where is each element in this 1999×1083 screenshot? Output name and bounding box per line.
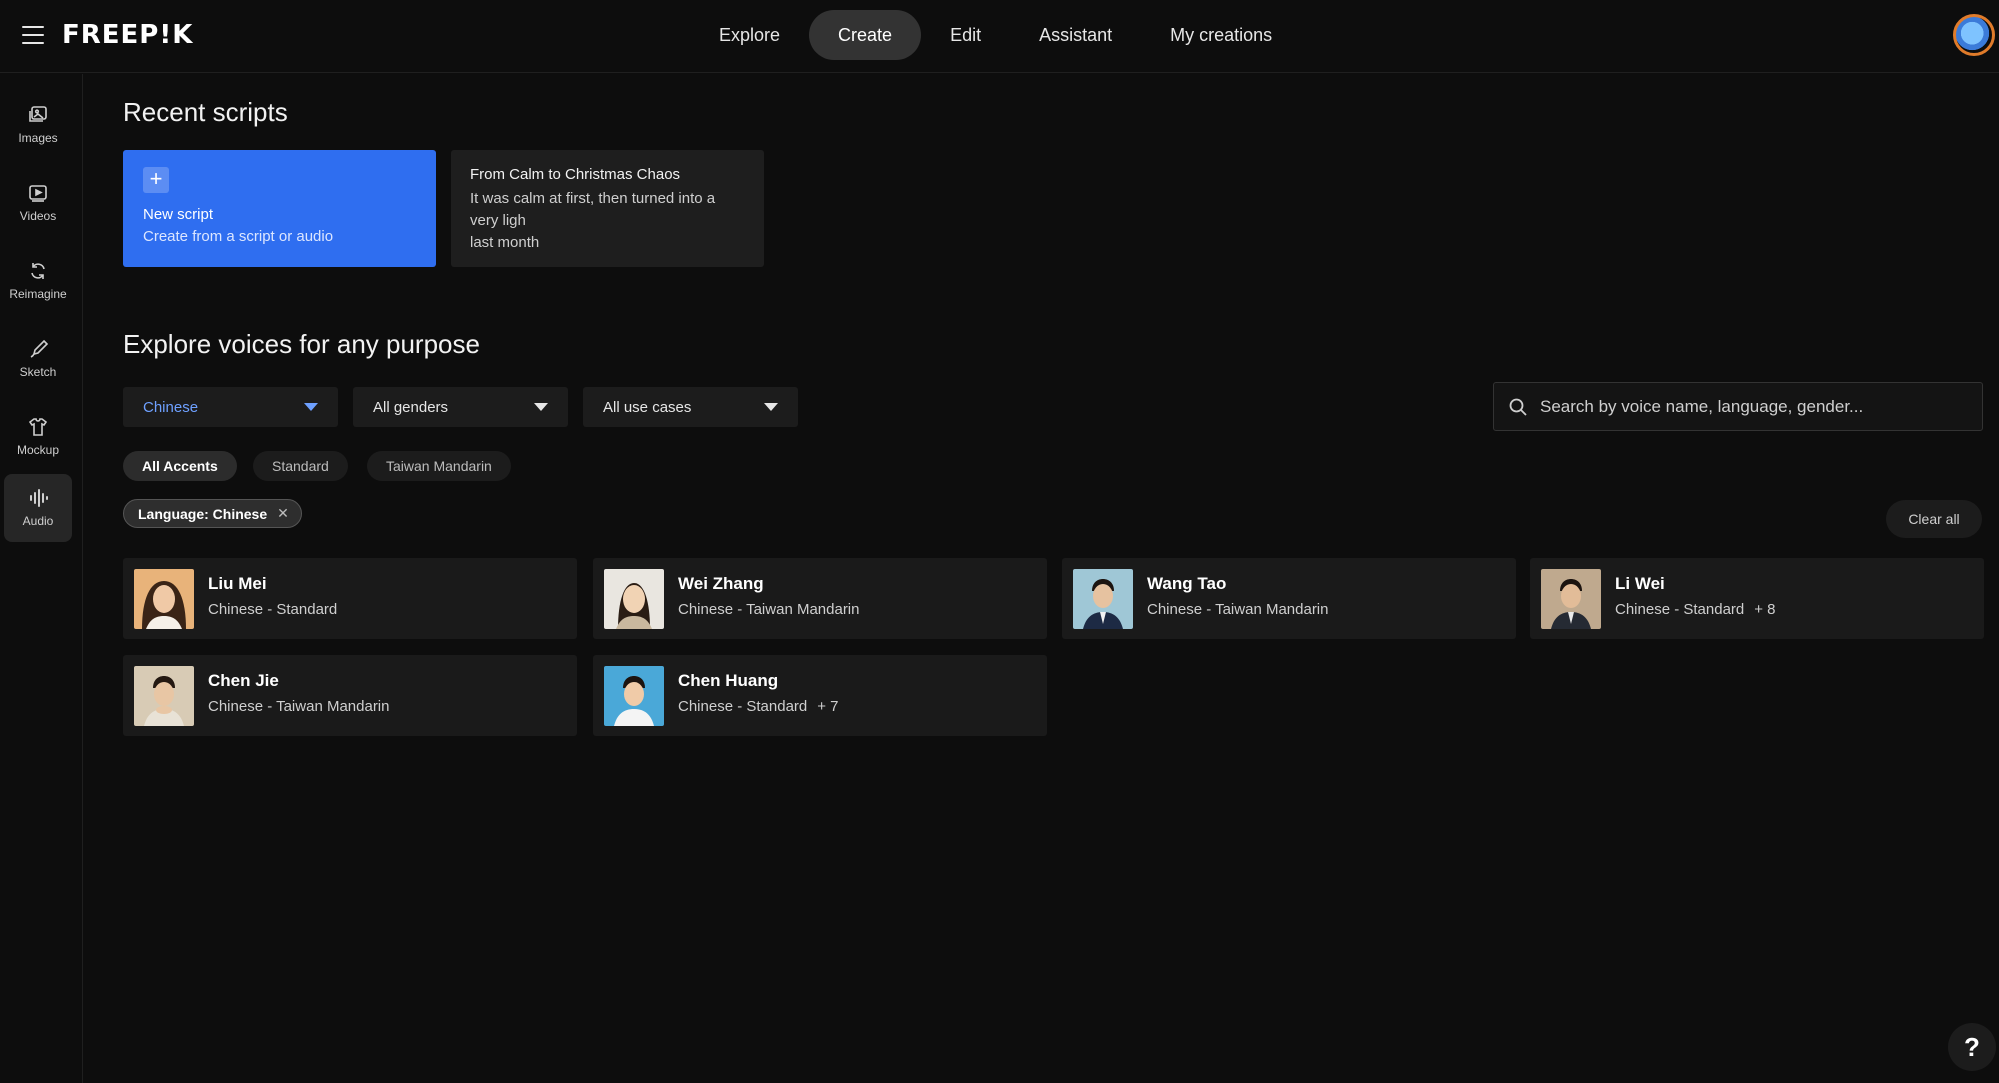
tab-my-creations[interactable]: My creations bbox=[1141, 10, 1301, 60]
audio-icon bbox=[30, 489, 48, 507]
voice-description: Chinese - Taiwan Mandarin bbox=[208, 698, 390, 715]
sidebar-item-label: Mockup bbox=[16, 443, 60, 457]
voice-avatar bbox=[1541, 569, 1601, 629]
voice-search[interactable] bbox=[1493, 382, 1983, 431]
sidebar-item-images[interactable]: Images bbox=[4, 91, 72, 159]
sidebar-item-audio[interactable]: Audio bbox=[4, 474, 72, 542]
voice-name: Chen Jie bbox=[208, 671, 279, 690]
voice-card[interactable]: Chen Jie Chinese - Taiwan Mandarin bbox=[123, 655, 577, 736]
voice-name: Liu Mei bbox=[208, 574, 267, 593]
menu-icon[interactable] bbox=[22, 26, 44, 44]
images-icon bbox=[29, 106, 47, 122]
voice-avatar bbox=[134, 666, 194, 726]
recent-scripts-title: Recent scripts bbox=[123, 97, 288, 127]
explore-voices-title: Explore voices for any purpose bbox=[123, 329, 480, 359]
sidebar-item-reimagine[interactable]: Reimagine bbox=[4, 247, 72, 315]
tab-create[interactable]: Create bbox=[809, 10, 922, 60]
sidebar-item-label: Reimagine bbox=[9, 287, 67, 301]
filter-tag-label: Language: Chinese bbox=[138, 505, 268, 522]
tab-explore[interactable]: Explore bbox=[690, 10, 809, 60]
script-title: From Calm to Christmas Chaos bbox=[470, 166, 681, 183]
voice-name: Wang Tao bbox=[1147, 574, 1227, 593]
language-select-value: Chinese bbox=[143, 398, 199, 416]
voice-description: Chinese - Standard + 8 bbox=[1615, 601, 1776, 618]
clear-all-button[interactable]: Clear all bbox=[1886, 500, 1982, 538]
sidebar-item-label: Audio bbox=[22, 514, 54, 528]
voice-avatar bbox=[134, 569, 194, 629]
use-case-select-value: All use cases bbox=[603, 398, 692, 416]
videos-icon bbox=[29, 185, 47, 202]
sidebar: Images Videos Reimagine Sketch Mockup Au… bbox=[0, 74, 83, 1083]
voice-avatar bbox=[604, 666, 664, 726]
caret-down-icon bbox=[764, 403, 778, 411]
new-script-title: New script bbox=[143, 206, 214, 223]
caret-down-icon bbox=[534, 403, 548, 411]
voice-card[interactable]: Li Wei Chinese - Standard + 8 bbox=[1530, 558, 1984, 639]
reimagine-icon bbox=[31, 263, 45, 279]
voice-avatar bbox=[604, 569, 664, 629]
voice-card[interactable]: Liu Mei Chinese - Standard bbox=[123, 558, 577, 639]
script-preview: It was calm at first, then turned into a… bbox=[470, 190, 716, 229]
more-count-badge: + 8 bbox=[1754, 601, 1776, 618]
sidebar-item-videos[interactable]: Videos bbox=[4, 169, 72, 237]
top-bar: FREEP!K Explore Create Edit Assistant My… bbox=[0, 0, 1999, 73]
tab-assistant[interactable]: Assistant bbox=[1010, 10, 1141, 60]
voice-card[interactable]: Chen Huang Chinese - Standard + 7 bbox=[593, 655, 1047, 736]
active-filter-tag: Language: Chinese ✕ bbox=[123, 499, 302, 528]
sidebar-item-label: Sketch bbox=[19, 365, 57, 379]
search-input[interactable] bbox=[1540, 396, 1970, 417]
voice-description: Chinese - Taiwan Mandarin bbox=[678, 601, 860, 618]
caret-down-icon bbox=[304, 403, 318, 411]
voice-name: Wei Zhang bbox=[678, 574, 764, 593]
search-icon bbox=[1509, 398, 1527, 416]
sidebar-item-mockup[interactable]: Mockup bbox=[4, 403, 72, 471]
voice-description: Chinese - Standard bbox=[208, 601, 338, 618]
more-count-badge: + 7 bbox=[817, 698, 839, 715]
sketch-icon bbox=[30, 339, 49, 358]
sidebar-item-sketch[interactable]: Sketch bbox=[4, 325, 72, 393]
close-icon[interactable]: ✕ bbox=[277, 505, 289, 522]
help-button[interactable]: ? bbox=[1948, 1023, 1996, 1071]
accent-chip-taiwan-mandarin[interactable]: Taiwan Mandarin bbox=[367, 451, 511, 481]
voice-card[interactable]: Wei Zhang Chinese - Taiwan Mandarin bbox=[593, 558, 1047, 639]
new-script-subtitle: Create from a script or audio bbox=[143, 228, 334, 245]
plus-icon: + bbox=[143, 167, 169, 193]
language-select[interactable]: Chinese bbox=[123, 387, 338, 427]
voice-description: Chinese - Taiwan Mandarin bbox=[1147, 601, 1329, 618]
freepik-logo[interactable]: FREEP!K bbox=[62, 20, 193, 50]
sidebar-item-label: Videos bbox=[19, 209, 57, 223]
new-script-card[interactable]: + New script Create from a script or aud… bbox=[123, 150, 436, 267]
main-nav: Explore Create Edit Assistant My creatio… bbox=[690, 10, 1301, 60]
voice-card[interactable]: Wang Tao Chinese - Taiwan Mandarin bbox=[1062, 558, 1516, 639]
accent-chip-all[interactable]: All Accents bbox=[123, 451, 237, 481]
voice-description: Chinese - Standard + 7 bbox=[678, 698, 839, 715]
mockup-icon bbox=[28, 418, 48, 436]
sidebar-item-label: Images bbox=[18, 131, 58, 145]
voice-name: Li Wei bbox=[1615, 574, 1665, 593]
tab-edit[interactable]: Edit bbox=[921, 10, 1010, 60]
gender-select-value: All genders bbox=[373, 398, 449, 416]
voice-avatar bbox=[1073, 569, 1133, 629]
use-case-select[interactable]: All use cases bbox=[583, 387, 798, 427]
script-timestamp: last month bbox=[470, 234, 540, 251]
voice-name: Chen Huang bbox=[678, 671, 779, 690]
user-avatar[interactable] bbox=[1953, 14, 1995, 56]
script-card[interactable]: From Calm to Christmas Chaos It was calm… bbox=[451, 150, 764, 267]
gender-select[interactable]: All genders bbox=[353, 387, 568, 427]
accent-chip-standard[interactable]: Standard bbox=[253, 451, 348, 481]
